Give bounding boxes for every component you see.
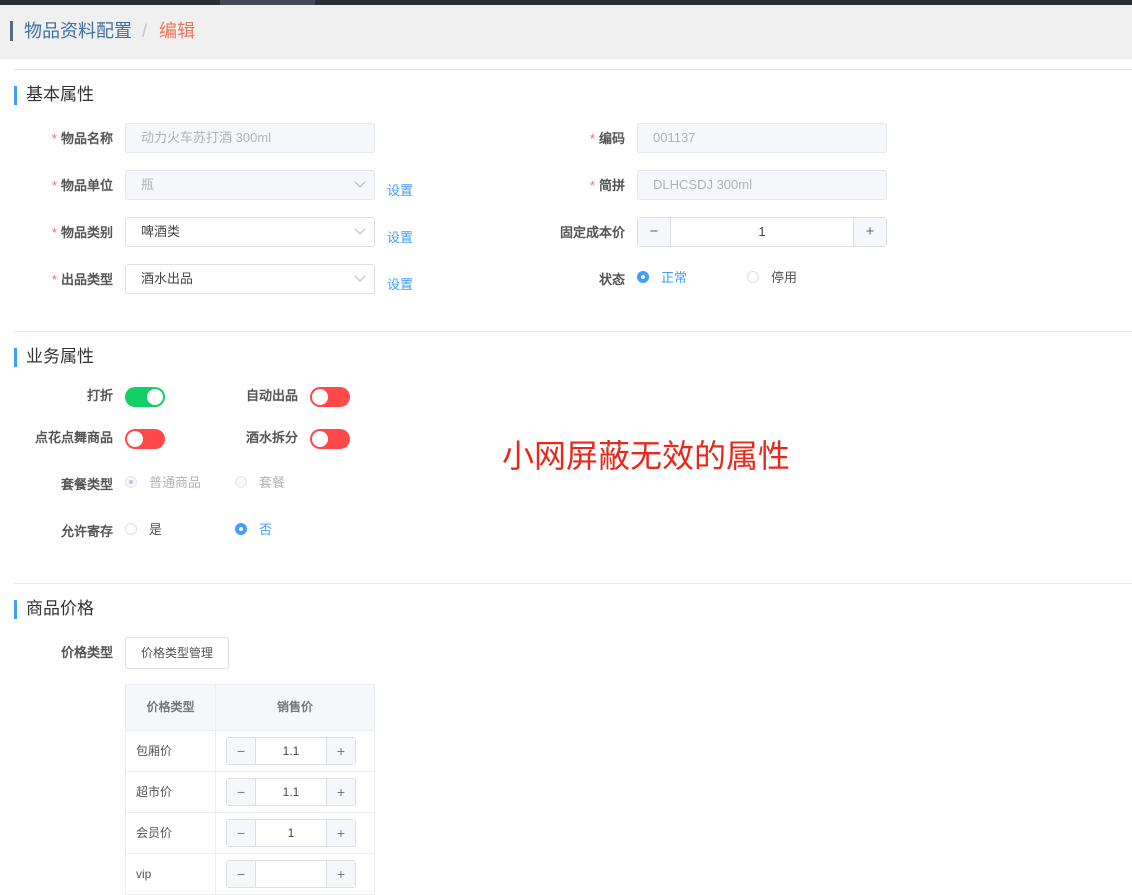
plus-button[interactable]: + [853,218,886,246]
radio-label: 套餐 [259,475,286,490]
auto-output-switch[interactable] [310,387,350,407]
label-discount: 打折 [86,388,113,403]
item-unit-value: 瓶 [141,177,155,192]
switch-knob [127,431,143,447]
label-pinyin: * 简拼 [589,178,625,193]
section-title-basic: 基本属性 [14,84,94,106]
plus-button[interactable]: + [326,861,355,887]
plus-button[interactable]: + [326,738,355,764]
radio-label: 停用 [771,270,798,285]
category-settings-link[interactable]: 设置 [387,227,413,246]
code-input[interactable]: 001137 [637,123,887,153]
breadcrumb-separator: / [142,21,148,41]
page-header: 物品资料配置 / 编辑 [0,5,1132,59]
sale-price-stepper[interactable]: − 1.1 + [226,737,356,765]
switch-knob [312,431,328,447]
radio-checked-icon [125,476,137,488]
drink-split-switch[interactable] [310,429,350,449]
column-divider [215,731,216,771]
section-title-price: 商品价格 [14,598,94,620]
label-package-type: 套餐类型 [60,477,113,492]
column-divider [215,813,216,853]
divider [14,583,1132,584]
label-item-unit: * 物品单位 [51,178,113,193]
label-fixed-cost: 固定成本价 [559,225,625,240]
price-type-name: 超市价 [136,785,173,799]
column-header-price-type: 价格类型 [146,700,195,714]
sale-price-stepper[interactable]: − 1 + [226,819,356,847]
item-category-select[interactable]: 啤酒类 [125,217,375,247]
table-row: 会员价 − 1 + [126,813,374,854]
table-row: 包厢价 − 1.1 + [126,731,374,772]
radio-label: 正常 [661,270,688,285]
section-title-business: 业务属性 [14,346,94,368]
item-name-input[interactable]: 动力火车苏打酒 300ml [125,123,375,153]
divider [14,69,1132,70]
price-table: 价格类型 销售价 包厢价 − 1.1 + 超市价 − 1.1 + 会员价 − 1… [125,684,375,895]
item-category-value: 啤酒类 [141,224,181,239]
label-auto-output: 自动出品 [245,388,298,403]
label-allow-storage: 允许寄存 [60,524,113,539]
minus-button[interactable]: − [227,820,256,846]
radio-label: 是 [149,522,163,537]
radio-checked-icon [637,271,649,283]
sale-price-value[interactable]: 1.1 [256,738,326,764]
radio-checked-icon [235,523,247,535]
breadcrumb-marker [10,21,13,41]
item-unit-select[interactable]: 瓶 [125,170,375,200]
sale-price-value[interactable]: 1 [256,820,326,846]
label-dance-goods: 点花点舞商品 [34,430,113,445]
radio-label: 普通商品 [149,475,202,490]
table-row: 超市价 − 1.1 + [126,772,374,813]
label-output-type: * 出品类型 [51,272,113,287]
radio-unchecked-icon [125,523,137,535]
unit-settings-link[interactable]: 设置 [387,180,413,199]
column-divider [215,854,216,894]
chevron-down-icon [354,176,366,188]
column-divider [215,772,216,812]
minus-button[interactable]: − [227,861,256,887]
column-header-sale-price: 销售价 [276,700,313,714]
chevron-down-icon [354,223,366,235]
sale-price-stepper[interactable]: − + [226,860,356,888]
output-type-select[interactable]: 酒水出品 [125,264,375,294]
fixed-cost-value[interactable]: 1 [671,218,853,246]
price-type-name: vip [136,867,152,881]
price-type-name: 包厢价 [136,744,173,758]
breadcrumb-parent[interactable]: 物品资料配置 [24,21,132,41]
table-header: 价格类型 销售价 [126,685,374,731]
switch-knob [147,389,163,405]
label-status: 状态 [598,272,625,287]
label-price-type: 价格类型 [60,645,113,660]
plus-button[interactable]: + [326,820,355,846]
breadcrumb-current: 编辑 [159,21,195,41]
minus-button[interactable]: − [638,218,671,246]
radio-label: 否 [259,522,273,537]
switch-knob [312,389,328,405]
price-type-name: 会员价 [136,826,173,840]
chevron-down-icon [354,270,366,282]
price-type-manage-button[interactable]: 价格类型管理 [125,637,229,669]
discount-switch[interactable] [125,387,165,407]
minus-button[interactable]: − [227,738,256,764]
divider [14,331,1132,332]
radio-unchecked-icon [747,271,759,283]
annotation-note: 小网屏蔽无效的属性 [502,437,791,475]
pinyin-input[interactable]: DLHCSDJ 300ml [637,170,887,200]
label-drink-split: 酒水拆分 [245,430,298,445]
sale-price-stepper[interactable]: − 1.1 + [226,778,356,806]
minus-button[interactable]: − [227,779,256,805]
label-item-name: * 物品名称 [51,131,113,146]
sale-price-value[interactable]: 1.1 [256,779,326,805]
output-type-settings-link[interactable]: 设置 [387,274,413,293]
radio-unchecked-icon [235,476,247,488]
label-code: * 编码 [589,131,625,146]
label-item-category: * 物品类别 [51,225,113,240]
output-type-value: 酒水出品 [141,271,194,286]
dance-goods-switch[interactable] [125,429,165,449]
fixed-cost-stepper[interactable]: − 1 + [637,217,887,247]
plus-button[interactable]: + [326,779,355,805]
